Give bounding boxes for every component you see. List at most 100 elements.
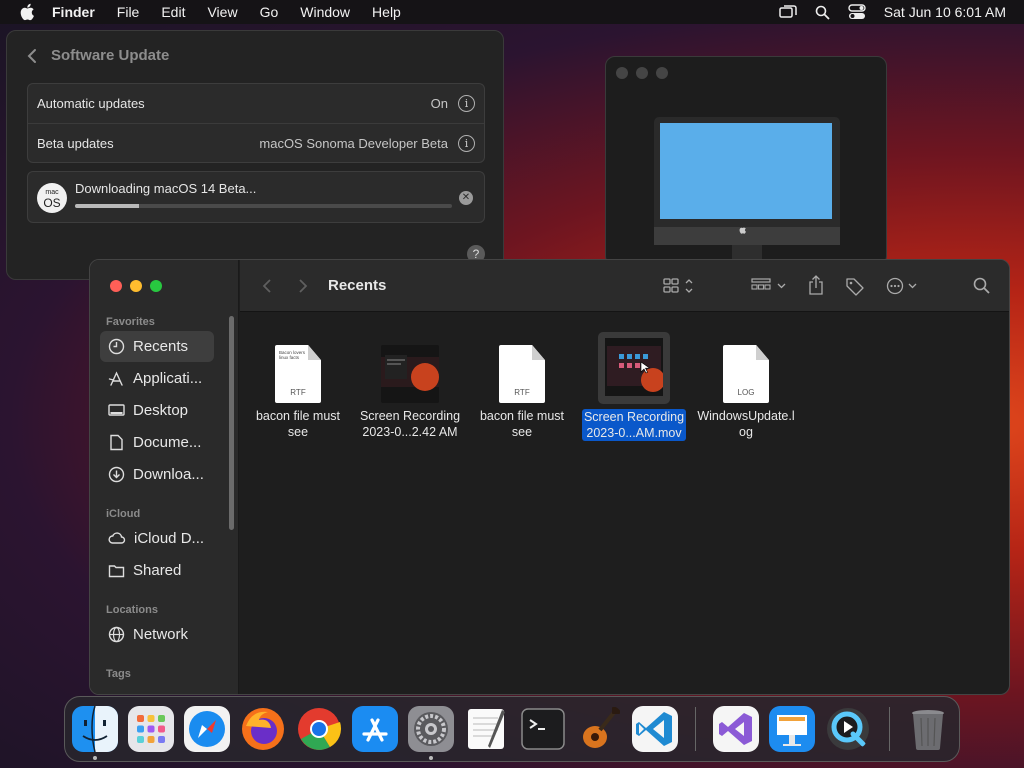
trash-icon[interactable] [905, 706, 951, 752]
share-icon[interactable] [807, 274, 825, 296]
video-thumbnail-icon [355, 335, 465, 403]
back-chevron-icon[interactable] [27, 48, 37, 64]
applications-icon [108, 371, 123, 386]
back-chevron-icon[interactable] [262, 278, 272, 294]
menu-app-name[interactable]: Finder [52, 4, 95, 20]
sidebar-item-documents[interactable]: Docume... [100, 427, 214, 458]
minimize-window-button[interactable] [130, 280, 142, 292]
dock-separator [695, 707, 696, 751]
sidebar-item-network[interactable]: Network [100, 619, 214, 650]
download-progress-bar [75, 204, 452, 208]
cloud-icon [108, 532, 126, 544]
dock [64, 696, 960, 762]
software-update-header: Software Update [27, 47, 169, 64]
system-settings-icon[interactable] [408, 706, 454, 752]
desktop-icon [108, 404, 125, 416]
sidebar-item-shared[interactable]: Shared [100, 555, 214, 586]
download-progress-fill [75, 204, 140, 208]
vscode-icon[interactable] [632, 706, 678, 752]
file-name-line: 2023-0...AM.mov [586, 426, 682, 440]
rtf-document-icon: Bacon lovers linux facts RTF [243, 335, 353, 403]
textedit-icon[interactable] [464, 706, 510, 752]
visual-studio-icon[interactable] [713, 706, 759, 752]
sidebar-item-icloud-drive[interactable]: iCloud D... [100, 523, 214, 554]
beta-updates-label: Beta updates [37, 135, 114, 151]
file-item[interactable]: Bacon lovers linux facts RTF bacon file m… [243, 335, 353, 440]
file-item[interactable]: LOG WindowsUpdate.l og [691, 335, 801, 440]
keynote-icon[interactable] [769, 706, 815, 752]
sidebar-scrollbar[interactable] [229, 316, 234, 530]
screen-mirroring-icon[interactable] [779, 5, 797, 19]
sidebar-section-favorites: Favorites [106, 316, 155, 328]
sidebar-item-label: Downloa... [133, 466, 204, 483]
group-by-icon[interactable] [751, 277, 787, 295]
file-item[interactable]: RTF bacon file must see [467, 335, 577, 440]
menu-file[interactable]: File [117, 4, 140, 20]
control-center-icon[interactable] [848, 4, 866, 20]
menu-go[interactable]: Go [260, 4, 279, 20]
apple-menu-icon[interactable] [18, 3, 36, 21]
info-icon[interactable]: i [458, 134, 475, 152]
inactive-traffic-lights[interactable] [616, 67, 668, 79]
sidebar-item-recents[interactable]: Recents [100, 331, 214, 362]
file-name: Screen Recording 2023-0...AM.mov [581, 409, 687, 441]
safari-icon[interactable] [184, 706, 230, 752]
log-document-icon: LOG [691, 335, 801, 403]
sidebar-item-label: Applicati... [133, 370, 203, 387]
sidebar-item-downloads[interactable]: Downloa... [100, 459, 214, 490]
finder-icon[interactable] [72, 706, 118, 752]
preview-line: linux facts [279, 355, 300, 360]
sidebar-section-icloud: iCloud [106, 508, 141, 520]
sidebar-item-label: Recents [133, 338, 189, 355]
file-name: bacon file must see [243, 408, 353, 440]
file-kind-label: RTF [514, 388, 530, 397]
folder-title: Recents [328, 277, 387, 294]
search-icon[interactable] [973, 277, 991, 295]
sidebar-item-label: Network [133, 626, 189, 643]
sidebar-section-locations: Locations [106, 604, 158, 616]
cancel-download-icon[interactable]: ✕ [459, 191, 473, 205]
file-item-selected[interactable]: Screen Recording 2023-0...AM.mov [579, 332, 689, 442]
terminal-icon[interactable] [520, 706, 566, 752]
clock-icon [108, 338, 125, 355]
video-thumbnail-icon [598, 332, 670, 404]
beta-updates-row[interactable]: Beta updates macOS Sonoma Developer Beta… [28, 123, 484, 162]
sidebar-item-label: Docume... [133, 434, 202, 451]
menu-clock[interactable]: Sat Jun 10 6:01 AM [884, 4, 1006, 20]
chrome-icon[interactable] [296, 706, 342, 752]
file-item[interactable]: Screen Recording 2023-0...2.42 AM [355, 335, 465, 440]
file-name-line: see [287, 425, 309, 439]
firefox-icon[interactable] [240, 706, 286, 752]
zoom-window-button[interactable] [150, 280, 162, 292]
shared-folder-icon [108, 565, 125, 578]
app-store-icon[interactable] [352, 706, 398, 752]
running-indicator [429, 756, 433, 760]
download-status-text: Downloading macOS 14 Beta... [75, 181, 257, 196]
sidebar-item-desktop[interactable]: Desktop [100, 395, 214, 426]
download-icon [108, 466, 125, 483]
globe-icon [108, 626, 125, 643]
menu-view[interactable]: View [207, 4, 237, 20]
spotlight-search-icon[interactable] [815, 5, 830, 20]
forward-chevron-icon[interactable] [298, 278, 308, 294]
rtf-document-icon: RTF [467, 335, 577, 403]
menu-help[interactable]: Help [372, 4, 401, 20]
menu-edit[interactable]: Edit [161, 4, 185, 20]
file-name: bacon file must see [467, 408, 577, 440]
quicktime-icon[interactable] [825, 706, 871, 752]
sidebar-item-applications[interactable]: Applicati... [100, 363, 214, 394]
close-window-button[interactable] [110, 280, 122, 292]
icon-view-icon[interactable] [663, 277, 697, 295]
info-icon[interactable]: i [458, 95, 475, 112]
finder-sidebar: Favorites Recents Applicati... Desktop D… [90, 260, 239, 694]
tag-icon[interactable] [845, 276, 865, 296]
macos-logo-bottom: OS [43, 196, 61, 210]
sidebar-section-tags: Tags [106, 668, 131, 680]
launchpad-icon[interactable] [128, 706, 174, 752]
file-name-line: Screen Recording [583, 410, 685, 424]
more-actions-icon[interactable] [886, 277, 922, 295]
menu-window[interactable]: Window [300, 4, 350, 20]
garageband-icon[interactable] [576, 706, 622, 752]
automatic-updates-row[interactable]: Automatic updates On i [28, 84, 484, 123]
file-name-line: WindowsUpdate.l [697, 409, 795, 423]
